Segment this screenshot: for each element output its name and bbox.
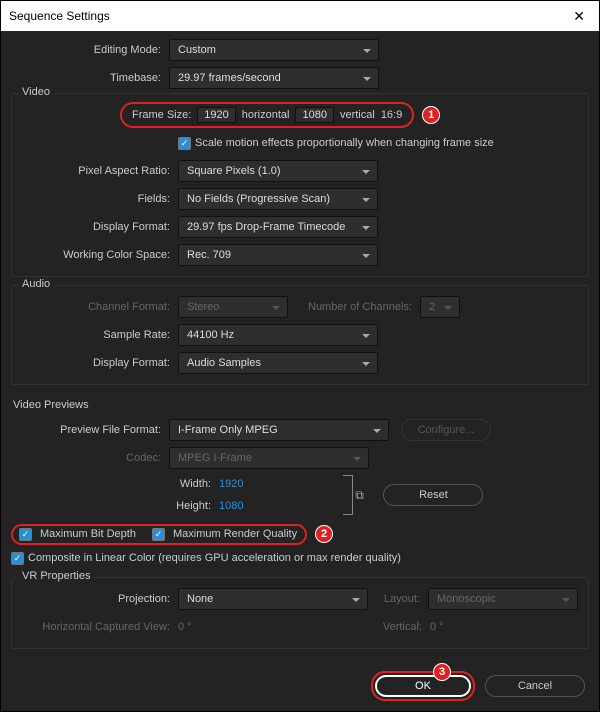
composite-checkbox[interactable] [11, 552, 24, 565]
content-area: Editing Mode: Custom Timebase: 29.97 fra… [1, 31, 599, 667]
video-disp-select[interactable]: 29.97 fps Drop-Frame Timecode [178, 216, 378, 238]
numch-label: Number of Channels: [288, 301, 420, 313]
frame-height-input[interactable]: 1080 [295, 107, 333, 123]
frame-size-label: Frame Size: [132, 109, 191, 121]
ph-label: Height: [169, 500, 219, 512]
wcs-label: Working Color Space: [20, 249, 178, 261]
rate-label: Sample Rate: [20, 329, 178, 341]
vert-value: 0 ° [430, 621, 580, 633]
close-icon[interactable]: ✕ [567, 8, 591, 25]
numch-select: 2 [420, 296, 460, 318]
max-rq-label: Maximum Render Quality [173, 528, 297, 540]
scale-motion-checkbox[interactable] [178, 137, 191, 150]
pw-value[interactable]: 1920 [219, 478, 243, 490]
titlebar: Sequence Settings ✕ [1, 1, 599, 31]
layout-label: Layout: [368, 593, 428, 605]
fields-select[interactable]: No Fields (Progressive Scan) [178, 188, 378, 210]
previews-group: Video Previews Preview File Format: I-Fr… [11, 393, 589, 569]
par-select[interactable]: Square Pixels (1.0) [178, 160, 378, 182]
editing-mode-select[interactable]: Custom [169, 39, 379, 61]
vr-group: VR Properties Projection: None Layout: M… [11, 577, 589, 649]
timebase-select[interactable]: 29.97 frames/second [169, 67, 379, 89]
editing-mode-label: Editing Mode: [11, 44, 169, 56]
max-bit-label: Maximum Bit Depth [40, 528, 136, 540]
audio-group-title: Audio [18, 278, 54, 290]
pff-select[interactable]: I-Frame Only MPEG [169, 419, 389, 441]
video-group-title: Video [18, 86, 54, 98]
badge-3: 3 [433, 663, 451, 681]
hcv-label: Horizontal Captured View: [20, 621, 178, 633]
fields-label: Fields: [20, 193, 178, 205]
audio-group: Audio Channel Format: Stereo Number of C… [11, 285, 589, 385]
proj-label: Projection: [20, 593, 178, 605]
max-bit-checkbox[interactable] [19, 528, 32, 541]
vertical-label: vertical [340, 109, 375, 121]
vert-label: Vertical: [370, 621, 430, 633]
codec-label: Codec: [11, 452, 169, 464]
rate-select[interactable]: 44100 Hz [178, 324, 378, 346]
badge-2: 2 [315, 525, 333, 543]
footer: 3 OK Cancel [1, 667, 599, 711]
reset-button[interactable]: Reset [383, 484, 483, 506]
quality-highlight: Maximum Bit Depth Maximum Render Quality [11, 524, 307, 545]
pw-label: Width: [169, 478, 219, 490]
proj-select[interactable]: None [178, 588, 368, 610]
audio-disp-select[interactable]: Audio Samples [178, 352, 378, 374]
composite-label: Composite in Linear Color (requires GPU … [28, 552, 401, 564]
video-group: Video Frame Size: 1920 horizontal 1080 v… [11, 93, 589, 277]
ok-highlight: OK [371, 671, 475, 701]
sequence-settings-window: Sequence Settings ✕ Editing Mode: Custom… [0, 0, 600, 712]
frame-width-input[interactable]: 1920 [197, 107, 235, 123]
par-label: Pixel Aspect Ratio: [20, 165, 178, 177]
timebase-label: Timebase: [11, 72, 169, 84]
codec-select: MPEG I-Frame [169, 447, 369, 469]
frame-size-highlight: Frame Size: 1920 horizontal 1080 vertica… [120, 102, 414, 128]
max-rq-checkbox[interactable] [152, 528, 165, 541]
layout-select: Monoscopic [428, 588, 578, 610]
scale-motion-label: Scale motion effects proportionally when… [195, 137, 494, 149]
ok-button[interactable]: OK [375, 675, 471, 697]
pff-label: Preview File Format: [11, 424, 169, 436]
chfmt-select: Stereo [178, 296, 288, 318]
audio-disp-label: Display Format: [20, 357, 178, 369]
horizontal-label: horizontal [242, 109, 290, 121]
ph-value[interactable]: 1080 [219, 500, 243, 512]
previews-title: Video Previews [11, 397, 589, 417]
configure-button: Configure... [401, 419, 491, 441]
vr-title: VR Properties [18, 570, 94, 582]
aspect-label: 16:9 [381, 109, 402, 121]
bracket-icon [343, 475, 353, 515]
window-title: Sequence Settings [9, 9, 110, 23]
video-disp-label: Display Format: [20, 221, 178, 233]
wcs-select[interactable]: Rec. 709 [178, 244, 378, 266]
badge-1: 1 [422, 106, 440, 124]
cancel-button[interactable]: Cancel [485, 675, 585, 697]
chfmt-label: Channel Format: [20, 301, 178, 313]
hcv-value: 0 ° [178, 621, 192, 633]
link-icon[interactable]: ⧉ [353, 488, 365, 503]
